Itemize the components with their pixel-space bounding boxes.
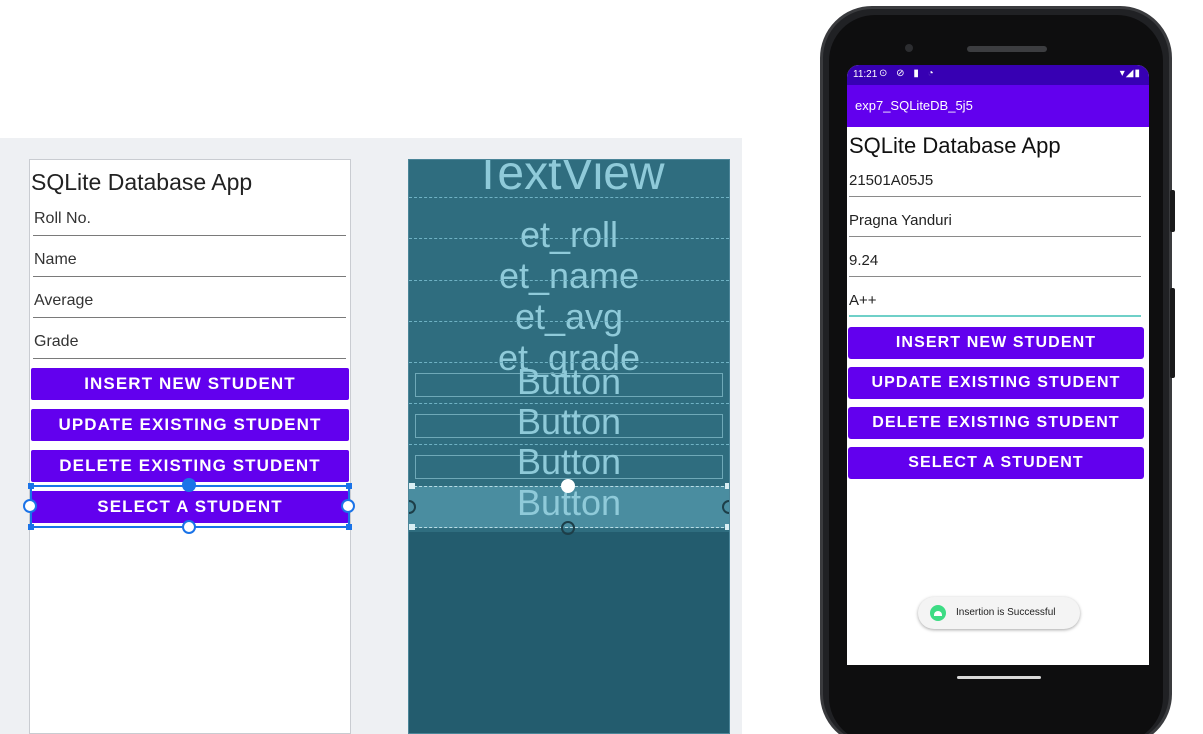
resize-handle-bottom-left[interactable] — [28, 524, 34, 530]
blueprint-delete-button-label[interactable]: Button — [409, 444, 729, 480]
average-input[interactable]: 9.24 — [849, 242, 1141, 277]
status-signal-battery-icons: ▾◢▮ — [1119, 68, 1141, 79]
blueprint-et-roll-label[interactable]: et_roll — [409, 217, 729, 253]
phone-screen: 11:21 ⊙ ⊘ ▮ ◔ ▾◢▮ exp7_SQLiteDB_5j5 SQLi… — [847, 65, 1149, 665]
blueprint-et-name-label[interactable]: et_name — [409, 258, 729, 294]
constraint-anchor-right[interactable] — [341, 499, 355, 513]
resize-handle-bottom-right[interactable] — [346, 524, 352, 530]
design-roll-field[interactable]: Roll No. — [33, 202, 346, 236]
status-time: 11:21 — [853, 69, 878, 80]
select-a-student-button[interactable]: SELECT A STUDENT — [848, 447, 1144, 479]
design-update-button[interactable]: UPDATE EXISTING STUDENT — [31, 409, 349, 441]
blueprint-row-divider — [409, 321, 729, 322]
delete-existing-student-button[interactable]: DELETE EXISTING STUDENT — [848, 407, 1144, 439]
blueprint-row-divider — [409, 238, 729, 239]
design-title-textview[interactable]: SQLite Database App — [31, 169, 252, 196]
power-button — [1170, 190, 1175, 232]
design-name-field[interactable]: Name — [33, 243, 346, 277]
update-existing-student-button[interactable]: UPDATE EXISTING STUDENT — [848, 367, 1144, 399]
blueprint-handle-bottom-left[interactable] — [409, 524, 415, 530]
home-gesture-pill[interactable] — [957, 676, 1041, 679]
blueprint-handle-bottom-right[interactable] — [725, 524, 729, 530]
blueprint-anchor-right[interactable] — [722, 500, 729, 514]
status-notification-icons: ⊙ ⊘ ▮ ◔ — [879, 68, 937, 79]
grade-input[interactable]: A++ — [849, 282, 1141, 317]
insert-new-student-button[interactable]: INSERT NEW STUDENT — [848, 327, 1144, 359]
android-studio-layout-editor: SQLite Database App Roll No. Name Averag… — [0, 0, 1203, 734]
design-average-field[interactable]: Average — [33, 284, 346, 318]
blueprint-et-avg-label[interactable]: et_avg — [409, 299, 729, 335]
volume-button — [1170, 288, 1175, 378]
android-icon — [930, 605, 946, 621]
design-insert-button[interactable]: INSERT NEW STUDENT — [31, 368, 349, 400]
constraint-anchor-left[interactable] — [23, 499, 37, 513]
blueprint-update-button-label[interactable]: Button — [409, 404, 729, 440]
design-grade-field[interactable]: Grade — [33, 325, 346, 359]
blueprint-handle-top-right[interactable] — [725, 483, 729, 489]
blueprint-anchor-bottom[interactable] — [561, 521, 575, 535]
app-title: SQLite Database App — [849, 133, 1061, 158]
design-surface[interactable]: SQLite Database App Roll No. Name Averag… — [23, 159, 355, 734]
toast-message: Insertion is Successful — [918, 597, 1080, 629]
toast-text: Insertion is Successful — [956, 607, 1056, 618]
blueprint-row-divider — [409, 197, 729, 198]
blueprint-handle-top-left[interactable] — [409, 483, 415, 489]
blueprint-anchor-top[interactable] — [561, 479, 575, 493]
blueprint-textview-label[interactable]: TextView — [409, 160, 729, 198]
resize-handle-top-right[interactable] — [346, 483, 352, 489]
blueprint-row-divider — [409, 280, 729, 281]
earpiece-speaker — [967, 46, 1047, 52]
status-bar: 11:21 ⊙ ⊘ ▮ ◔ ▾◢▮ — [847, 65, 1149, 85]
constraint-anchor-bottom[interactable] — [182, 520, 196, 534]
constraint-anchor-top[interactable] — [182, 478, 196, 492]
resize-handle-top-left[interactable] — [28, 483, 34, 489]
app-bar: exp7_SQLiteDB_5j5 — [847, 85, 1149, 127]
navigation-bar — [847, 665, 1149, 705]
design-select-button[interactable]: SELECT A STUDENT — [31, 491, 349, 523]
roll-no-input[interactable]: 21501A05J5 — [849, 162, 1141, 197]
name-input[interactable]: Pragna Yanduri — [849, 202, 1141, 237]
front-camera — [905, 44, 913, 52]
blueprint-surface[interactable]: TextView et_roll et_name et_avg et_grade… — [408, 159, 730, 734]
blueprint-insert-button-label[interactable]: Button — [409, 364, 729, 400]
app-name: exp7_SQLiteDB_5j5 — [855, 98, 973, 113]
